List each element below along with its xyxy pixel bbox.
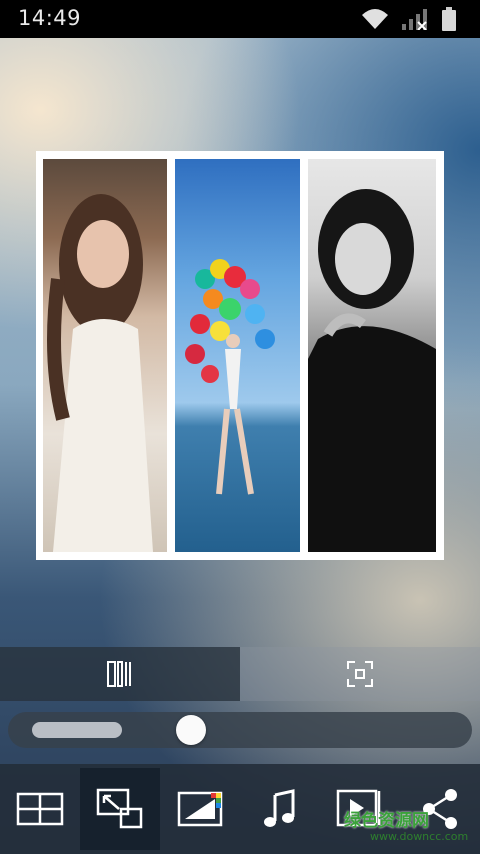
status-time: 14:49 [18, 6, 82, 30]
portrait-photo [47, 194, 153, 552]
tab-expand[interactable] [240, 647, 480, 701]
grid-layout-icon [16, 792, 64, 826]
watermark-url: www.downcc.com [370, 830, 469, 843]
wifi-icon [362, 9, 388, 29]
tab-columns[interactable] [0, 647, 240, 701]
mode-tabs [0, 647, 480, 701]
watermark-title: 绿色资源网 [344, 811, 429, 831]
resize-icon [96, 788, 143, 829]
grid-layout-button[interactable] [0, 768, 80, 850]
bw-portrait-photo [308, 189, 436, 552]
collage-panel-right[interactable] [308, 159, 436, 552]
columns-icon [107, 661, 131, 687]
status-bar: 14:49 [0, 0, 480, 38]
balloons-photo [185, 259, 275, 495]
music-icon [264, 789, 295, 827]
photo-collage[interactable] [36, 151, 444, 560]
frame-color-icon [177, 791, 223, 827]
border-slider[interactable] [8, 712, 472, 748]
slider-thumb[interactable] [176, 715, 206, 745]
collage-panel-left[interactable] [43, 159, 167, 552]
resize-button[interactable] [80, 768, 160, 850]
slider-fill [32, 722, 122, 738]
frame-color-button[interactable] [160, 768, 240, 850]
signal-icon [402, 9, 427, 30]
status-icons [360, 6, 470, 32]
watermark: 绿色资源网 www.downcc.com [330, 806, 470, 848]
collage-panel-middle[interactable] [175, 159, 300, 552]
battery-icon [442, 7, 456, 31]
music-button[interactable] [240, 768, 320, 850]
expand-frame-icon [347, 661, 373, 687]
